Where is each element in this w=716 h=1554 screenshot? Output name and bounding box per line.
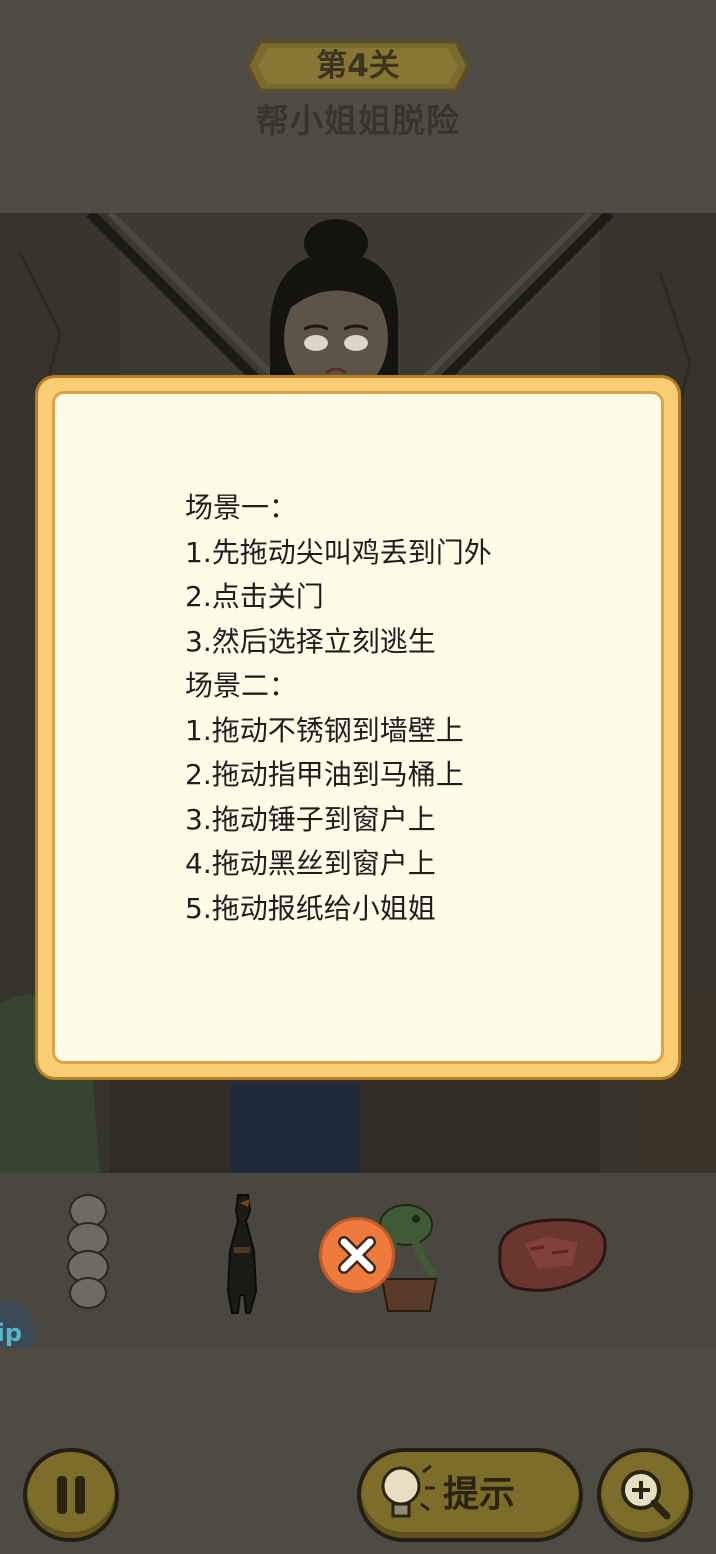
guide-line: 4.拖动黑丝到窗户上	[185, 847, 436, 880]
guide-line: 3.然后选择立刻逃生	[185, 624, 436, 658]
level-header: 第4关 帮小姐姐脱险	[0, 0, 716, 213]
guide-line: 3.拖动锤子到窗户上	[185, 802, 436, 836]
garlic-icon[interactable]	[62, 1193, 114, 1313]
level-title: 帮小姐姐脱险	[256, 101, 460, 140]
pause-icon	[57, 1476, 85, 1514]
walkthrough-panel: 场景一： 1.先拖动尖叫鸡丢到门外 2.点击关门 3.然后选择立刻逃生 场景二：…	[52, 391, 664, 1064]
guide-line: 5.拖动报纸给小姐姐	[185, 891, 436, 925]
zoom-in-icon	[621, 1470, 671, 1520]
guide-line: 场景二：	[185, 669, 298, 702]
walkthrough-dialog: 场景一： 1.先拖动尖叫鸡丢到门外 2.点击关门 3.然后选择立刻逃生 场景二：…	[35, 375, 681, 1080]
hint-label: 提示	[443, 1474, 516, 1515]
walkthrough-text: 场景一： 1.先拖动尖叫鸡丢到门外 2.点击关门 3.然后选择立刻逃生 场景二：…	[185, 486, 645, 931]
guide-line: 2.点击关门	[185, 580, 324, 613]
guide-line: 2.拖动指甲油到马桶上	[185, 758, 464, 791]
lightbulb-icon	[381, 1464, 435, 1518]
hint-button[interactable]: 提示	[357, 1448, 583, 1542]
zoom-button[interactable]	[597, 1448, 693, 1542]
guide-line: 1.拖动不锈钢到墙壁上	[185, 713, 464, 747]
rubber-chicken-icon[interactable]	[220, 1191, 266, 1315]
guide-line: 场景一：	[185, 491, 298, 524]
steak-icon[interactable]	[490, 1213, 610, 1297]
guide-line: 1.先拖动尖叫鸡丢到门外	[185, 535, 492, 569]
close-icon	[338, 1236, 376, 1274]
pause-button[interactable]	[23, 1448, 119, 1542]
close-dialog-button[interactable]	[319, 1217, 395, 1293]
level-number: 第4关	[316, 48, 400, 84]
level-badge: 第4关	[246, 38, 470, 94]
